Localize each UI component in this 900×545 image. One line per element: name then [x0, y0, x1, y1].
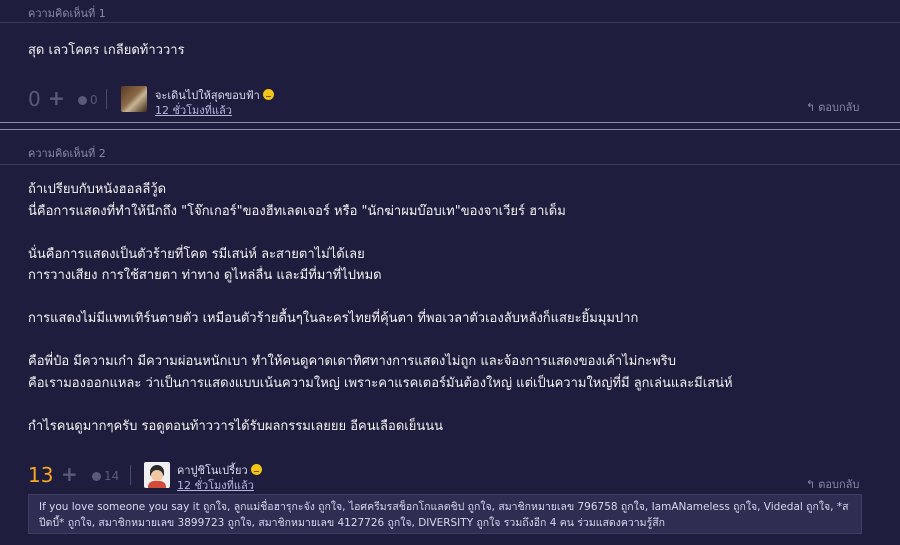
reply-label: ตอบกลับ [818, 101, 860, 114]
plus-icon[interactable]: + [48, 86, 65, 110]
reply-button[interactable]: ↰ ตอบกลับ [806, 475, 859, 493]
timestamp-link[interactable]: 12 ชั่วโมงที่แล้ว [177, 476, 254, 494]
avatar[interactable] [121, 86, 147, 112]
reply-arrow-icon: ↰ [806, 478, 816, 491]
emotion-count: 0 [90, 93, 98, 107]
emotion-icon [92, 471, 101, 481]
comment-text: สุด เลวโคตร เกลียดท้าววาร [28, 43, 185, 58]
separator [106, 89, 107, 109]
emotion-button[interactable]: 14 [92, 469, 119, 483]
header-divider [0, 22, 900, 23]
emotion-button[interactable]: 0 [78, 93, 98, 107]
emotion-icon [78, 95, 87, 105]
reply-label: ตอบกลับ [818, 478, 860, 491]
reply-button[interactable]: ↰ ตอบกลับ [806, 98, 859, 116]
header-divider [0, 164, 900, 165]
emotion-count: 14 [104, 469, 120, 483]
plus-icon[interactable]: + [61, 462, 78, 486]
avatar[interactable] [144, 462, 170, 488]
comment-2: ความคิดเห็นที่ 2 ถ้าเปรียบกับหนังฮอลลีวู… [0, 130, 900, 545]
comment-separator [0, 122, 900, 130]
comment-text: ถ้าเปรียบกับหนังฮอลลีวู้ด นี่คือการแสดงท… [28, 182, 733, 434]
vote-score: 13 [28, 463, 54, 487]
comment-1: ความคิดเห็นที่ 1 สุด เลวโคตร เกลียดท้าวว… [0, 0, 900, 122]
likers-box: If you love someone you say it ถูกใจ, ลู… [28, 494, 862, 534]
comment-number: ความคิดเห็นที่ 1 [28, 7, 106, 20]
smile-emoji-icon [250, 464, 262, 475]
comment-number: ความคิดเห็นที่ 2 [28, 147, 106, 160]
vote-score: 0 [28, 87, 41, 111]
smile-emoji-icon [262, 89, 274, 100]
reply-arrow-icon: ↰ [806, 101, 816, 114]
separator [130, 465, 131, 485]
timestamp-link[interactable]: 12 ชั่วโมงที่แล้ว [155, 101, 232, 119]
